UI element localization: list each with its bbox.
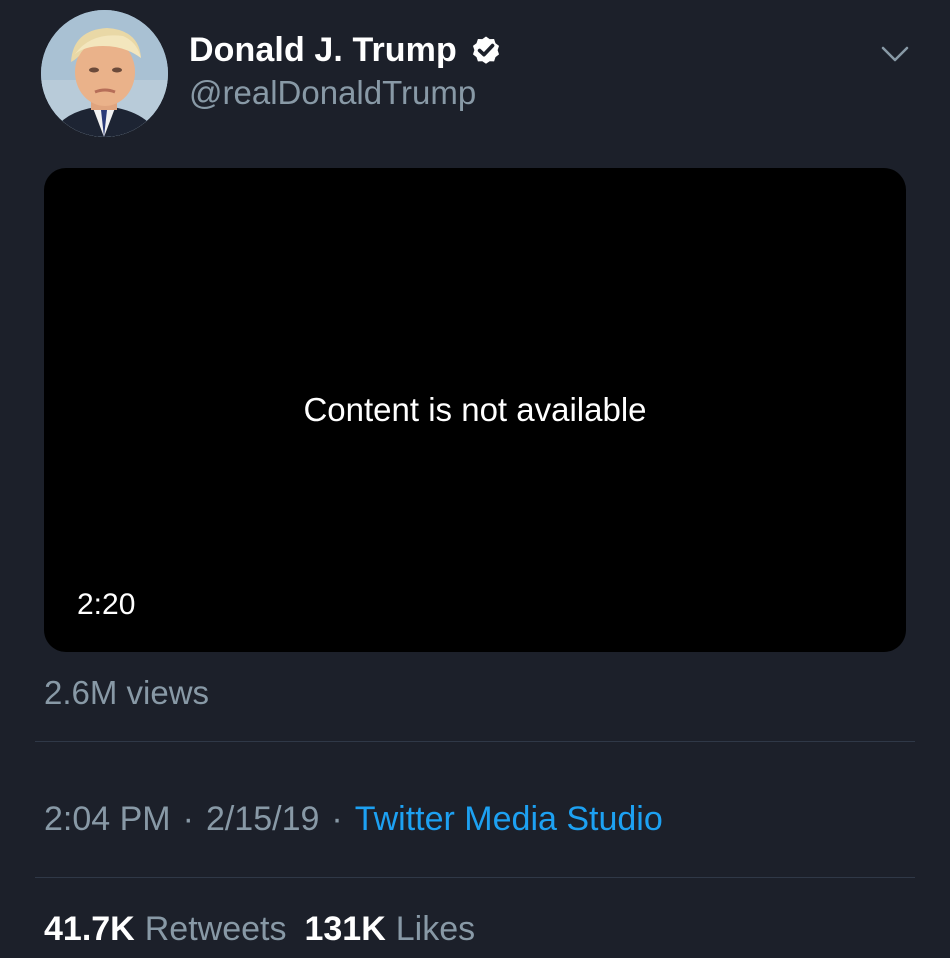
avatar[interactable] — [41, 10, 168, 137]
chevron-down-icon[interactable] — [877, 40, 913, 68]
likes-label: Likes — [395, 910, 476, 948]
meta-separator: · — [331, 800, 343, 838]
retweets-count: 41.7K — [44, 910, 135, 948]
divider — [35, 741, 915, 742]
tweet-stats: 41.7K Retweets 131K Likes — [44, 910, 475, 949]
handle[interactable]: @realDonaldTrump — [189, 74, 503, 112]
tweet-date[interactable]: 2/15/19 — [206, 800, 319, 838]
likes-count: 131K — [304, 910, 386, 948]
retweets-label: Retweets — [144, 910, 287, 948]
tweet-meta: 2:04 PM · 2/15/19 · Twitter Media Studio — [44, 800, 663, 839]
meta-separator: · — [182, 800, 194, 838]
video-duration: 2:20 — [77, 588, 136, 621]
author-info: Donald J. Trump @realDonaldTrump — [189, 26, 503, 112]
view-count: 2.6M views — [44, 674, 210, 711]
divider — [35, 877, 915, 878]
display-name[interactable]: Donald J. Trump — [189, 31, 457, 70]
tweet-time[interactable]: 2:04 PM — [44, 800, 171, 838]
profile-photo-icon — [41, 10, 168, 137]
tweet-detail: Donald J. Trump @realDonaldTrump Content… — [0, 0, 950, 958]
display-name-row: Donald J. Trump — [189, 26, 503, 74]
source-link[interactable]: Twitter Media Studio — [355, 800, 663, 838]
video-player[interactable]: Content is not available 2:20 — [44, 168, 906, 652]
retweets-stat[interactable]: 41.7K Retweets — [44, 910, 286, 948]
verified-badge-icon — [469, 33, 503, 67]
media-unavailable-message: Content is not available — [303, 391, 647, 428]
likes-stat[interactable]: 131K Likes — [304, 910, 475, 948]
